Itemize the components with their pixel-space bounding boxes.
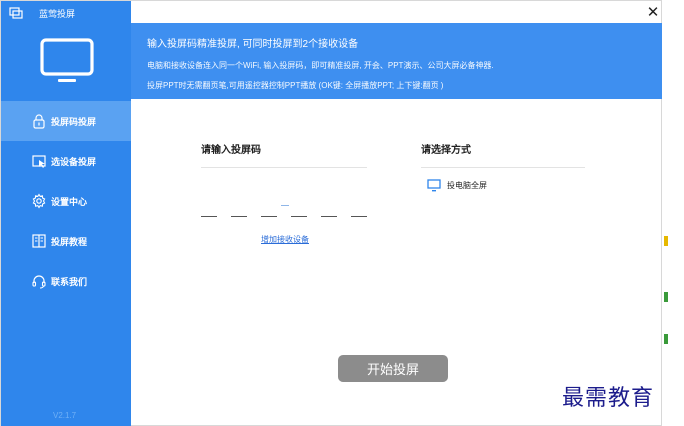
- code-digit-slot[interactable]: [261, 216, 277, 217]
- mode-section-title: 请选择方式: [421, 145, 471, 156]
- code-digit-slot[interactable]: [201, 216, 217, 217]
- sidebar-item-label: 选设备投屏: [51, 156, 97, 167]
- banner-tip: 投屏PPT时无需翻页笔,可用遥控器控制PPT播放 (OK键: 全屏播放PPT; …: [147, 81, 444, 90]
- sidebar: 蓝莺投屏 投屏码投屏 选设备投屏 设置中心 投屏教程 联系我们 V2.1.7: [1, 1, 131, 426]
- app-version: V2.1.7: [53, 411, 77, 420]
- add-receiver-link[interactable]: 增加接收设备: [261, 234, 309, 245]
- code-digit-slot[interactable]: [351, 216, 367, 217]
- app-title: 蓝莺投屏: [39, 8, 76, 19]
- app-logo-icon: [9, 7, 23, 19]
- close-icon[interactable]: ✕: [645, 5, 661, 21]
- headset-icon: [32, 275, 46, 289]
- sidebar-item-select-device[interactable]: 选设备投屏: [1, 141, 131, 181]
- edge-mark: [664, 236, 668, 246]
- code-section-divider: [201, 167, 367, 168]
- code-digit-slot[interactable]: [291, 216, 307, 217]
- monitor-icon: [40, 38, 94, 82]
- sidebar-item-label: 投屏教程: [51, 236, 88, 247]
- sidebar-item-label: 联系我们: [51, 276, 88, 287]
- banner-description: 电脑和接收设备连入同一个WiFi, 输入投屏码，即可精准投屏, 开会、PPT演示…: [147, 61, 494, 70]
- mode-option-pc-fullscreen[interactable]: 投电脑全屏: [427, 179, 487, 192]
- code-digit-slot[interactable]: [321, 216, 337, 217]
- book-icon: [32, 234, 46, 248]
- sidebar-item-label: 投屏码投屏: [51, 116, 97, 127]
- sidebar-item-label: 设置中心: [51, 196, 88, 207]
- text-cursor: [281, 205, 289, 206]
- code-digit-slot[interactable]: [231, 216, 247, 217]
- start-cast-button[interactable]: 开始投屏: [338, 355, 448, 382]
- sidebar-item-tutorial[interactable]: 投屏教程: [1, 221, 131, 261]
- watermark-text: 最需教育: [562, 386, 655, 411]
- mode-section-divider: [421, 167, 585, 168]
- edge-mark: [664, 292, 668, 302]
- app-title-bar: 蓝莺投屏: [9, 5, 75, 21]
- monitor-icon: [427, 179, 441, 192]
- sidebar-nav: 投屏码投屏 选设备投屏 设置中心 投屏教程 联系我们: [1, 101, 131, 301]
- code-section-title: 请输入投屏码: [201, 145, 261, 156]
- sidebar-item-contact[interactable]: 联系我们: [1, 261, 131, 301]
- app-window: 蓝莺投屏 投屏码投屏 选设备投屏 设置中心 投屏教程 联系我们 V2.1.7 ✕…: [0, 0, 663, 426]
- gear-icon: [32, 193, 46, 209]
- sidebar-item-cast-code[interactable]: 投屏码投屏: [1, 101, 131, 141]
- info-banner: 输入投屏码精准投屏, 可同时投屏到2个接收设备 电脑和接收设备连入同一个WiFi…: [131, 23, 663, 99]
- sidebar-item-settings[interactable]: 设置中心: [1, 181, 131, 221]
- select-device-icon: [32, 155, 46, 168]
- banner-headline: 输入投屏码精准投屏, 可同时投屏到2个接收设备: [147, 39, 359, 50]
- lock-icon: [33, 114, 45, 129]
- edge-mark: [664, 334, 668, 344]
- background-window-edge: [662, 0, 684, 426]
- mode-option-label: 投电脑全屏: [447, 181, 487, 190]
